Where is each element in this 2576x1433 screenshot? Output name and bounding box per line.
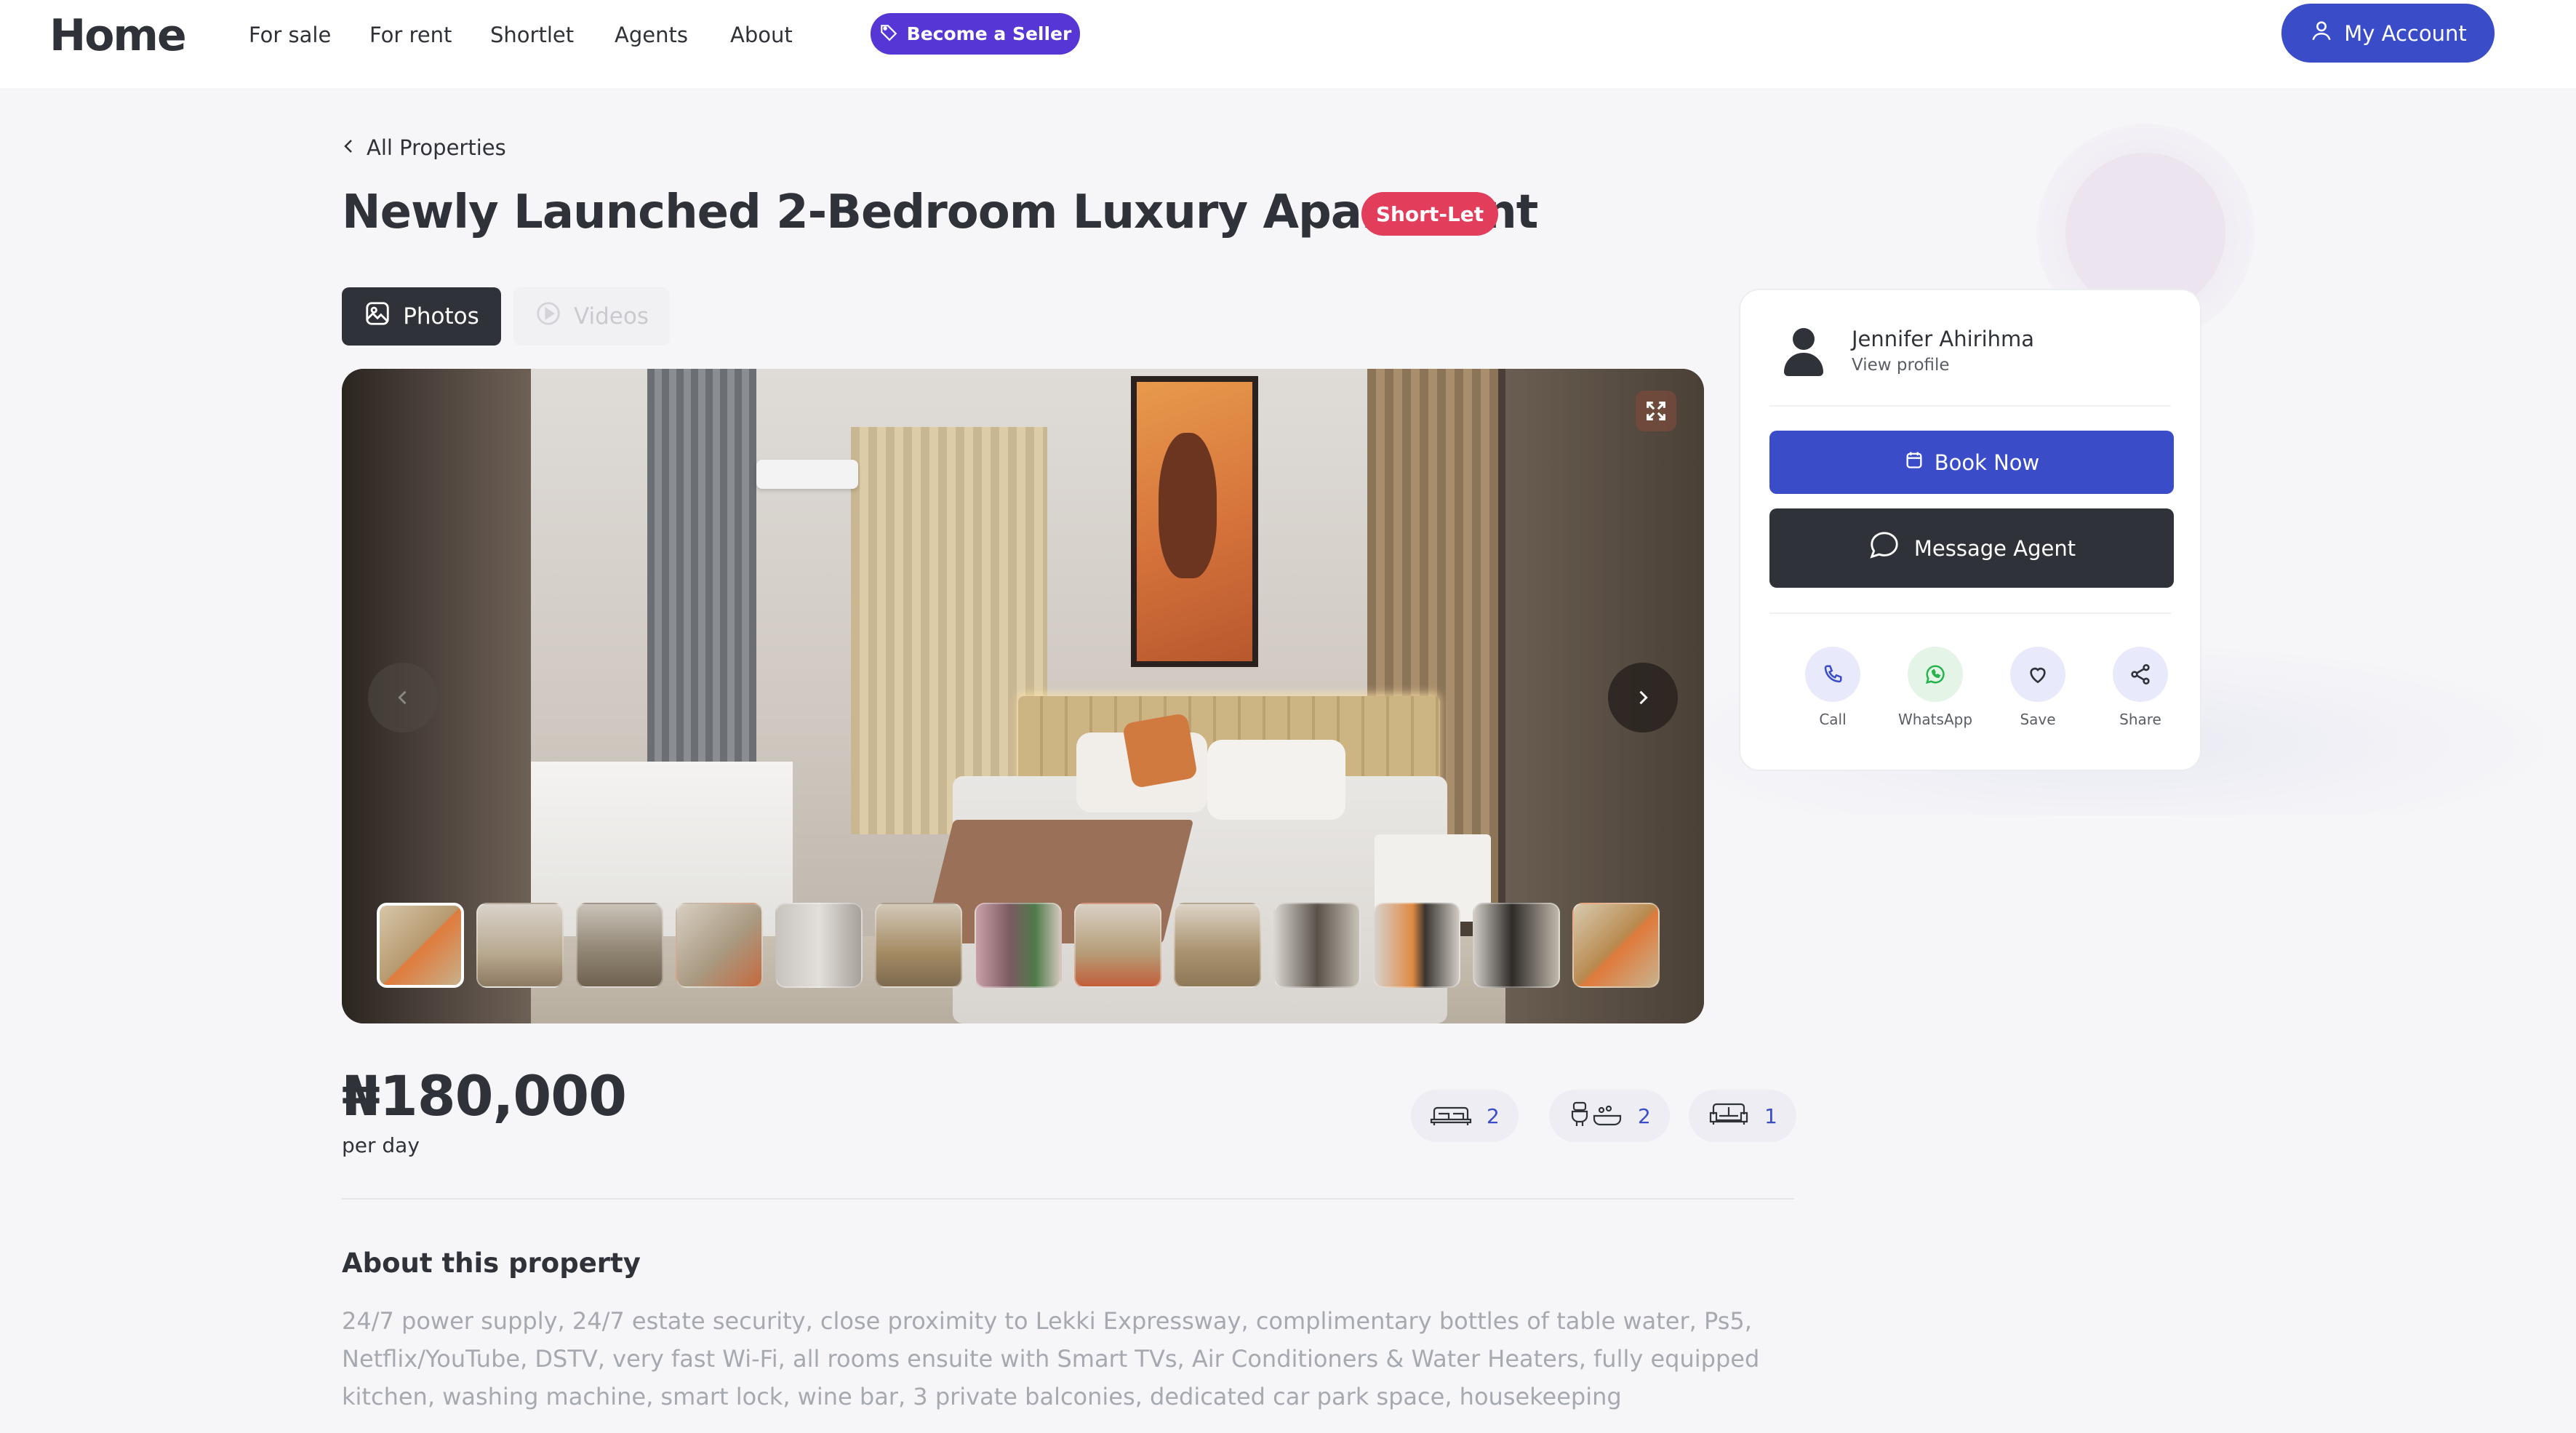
- nav-link-for-rent[interactable]: For rent: [369, 20, 452, 49]
- photo-gallery[interactable]: [342, 369, 1704, 1023]
- book-now-button[interactable]: Book Now: [1769, 431, 2174, 494]
- price: ₦180,000: [342, 1063, 627, 1128]
- message-agent-label: Message Agent: [1913, 535, 2076, 561]
- tab-photos-label: Photos: [403, 303, 479, 330]
- play-icon: [535, 300, 562, 333]
- chevron-left-icon: [342, 135, 356, 160]
- book-now-label: Book Now: [1934, 450, 2040, 475]
- chevron-right-icon[interactable]: [1608, 663, 1678, 733]
- thumbnail[interactable]: [1473, 903, 1560, 988]
- share-icon: [2113, 647, 2168, 702]
- agent-name: Jennifer Ahirihma: [1852, 327, 2035, 351]
- back-label: All Properties: [367, 135, 506, 160]
- divider: [1769, 405, 2171, 407]
- bedrooms-count: 2: [1487, 1103, 1500, 1128]
- agent-card: Jennifer Ahirihma View profile Book Now …: [1739, 289, 2201, 771]
- thumbnail[interactable]: [1572, 903, 1660, 988]
- whatsapp-label: WhatsApp: [1897, 711, 1973, 728]
- living-rooms-spec: 1: [1689, 1090, 1796, 1142]
- tab-videos-label: Videos: [573, 303, 649, 330]
- image-icon: [364, 300, 391, 333]
- tab-photos[interactable]: Photos: [342, 287, 501, 346]
- bathrooms-spec: 2: [1549, 1090, 1670, 1142]
- message-agent-button[interactable]: Message Agent: [1769, 508, 2174, 588]
- bath-icon: [1568, 1100, 1623, 1132]
- nav-link-about[interactable]: About: [730, 20, 793, 49]
- whatsapp-action[interactable]: WhatsApp: [1892, 647, 1979, 728]
- thumbnail[interactable]: [1373, 903, 1460, 988]
- thumbnail[interactable]: [377, 903, 464, 988]
- listing-type-badge: Short-Let: [1361, 192, 1498, 236]
- share-label: Share: [2119, 711, 2161, 728]
- divider: [1769, 612, 2171, 614]
- thumbnail[interactable]: [775, 903, 863, 988]
- user-icon: [2309, 18, 2334, 48]
- thumbnail[interactable]: [476, 903, 564, 988]
- chevron-left-icon[interactable]: [368, 663, 438, 733]
- my-account-label: My Account: [2344, 20, 2467, 46]
- bedrooms-spec: 2: [1411, 1090, 1519, 1142]
- page-title: Newly Launched 2-Bedroom Luxury Apartmen…: [342, 185, 1538, 239]
- tag-icon: [879, 23, 898, 46]
- thumbnail[interactable]: [1174, 903, 1261, 988]
- top-navbar: Home For sale For rent Shortlet Agents A…: [0, 0, 2576, 88]
- become-seller-label: Become a Seller: [906, 23, 1072, 44]
- price-period: per day: [342, 1133, 420, 1157]
- my-account-button[interactable]: My Account: [2281, 4, 2495, 63]
- sofa-icon: [1708, 1101, 1750, 1130]
- calendar-icon: [1904, 450, 1924, 475]
- thumbnail[interactable]: [875, 903, 962, 988]
- thumbnail-strip: [377, 903, 1660, 988]
- thumbnail[interactable]: [975, 903, 1062, 988]
- thumbnail[interactable]: [576, 903, 663, 988]
- whatsapp-icon: [1908, 647, 1963, 702]
- thumbnail[interactable]: [1074, 903, 1161, 988]
- chat-bubble-icon: [1868, 529, 1901, 567]
- nav-link-agents[interactable]: Agents: [615, 20, 688, 49]
- about-heading: About this property: [342, 1248, 641, 1279]
- bed-icon: [1430, 1102, 1472, 1130]
- nav-link-for-sale[interactable]: For sale: [249, 20, 331, 49]
- view-profile-link[interactable]: View profile: [1852, 356, 1950, 375]
- thumbnail[interactable]: [676, 903, 763, 988]
- phone-icon: [1805, 647, 1860, 702]
- call-action[interactable]: Call: [1789, 647, 1876, 728]
- thumbnail[interactable]: [1273, 903, 1361, 988]
- save-action[interactable]: Save: [1994, 647, 2081, 728]
- become-seller-button[interactable]: Become a Seller: [871, 13, 1080, 55]
- heart-icon: [2010, 647, 2065, 702]
- save-label: Save: [2020, 711, 2056, 728]
- living-rooms-count: 1: [1764, 1103, 1777, 1128]
- avatar[interactable]: [1780, 328, 1828, 376]
- back-to-properties-link[interactable]: All Properties: [342, 135, 506, 160]
- expand-icon[interactable]: [1636, 391, 1676, 431]
- tab-videos[interactable]: Videos: [513, 287, 670, 346]
- share-action[interactable]: Share: [2097, 647, 2184, 728]
- about-description: 24/7 power supply, 24/7 estate security,…: [342, 1307, 1760, 1410]
- divider: [342, 1198, 1794, 1200]
- call-label: Call: [1819, 711, 1847, 728]
- bathrooms-count: 2: [1638, 1103, 1651, 1128]
- nav-link-shortlet[interactable]: Shortlet: [490, 20, 574, 49]
- logo[interactable]: Home: [49, 10, 187, 61]
